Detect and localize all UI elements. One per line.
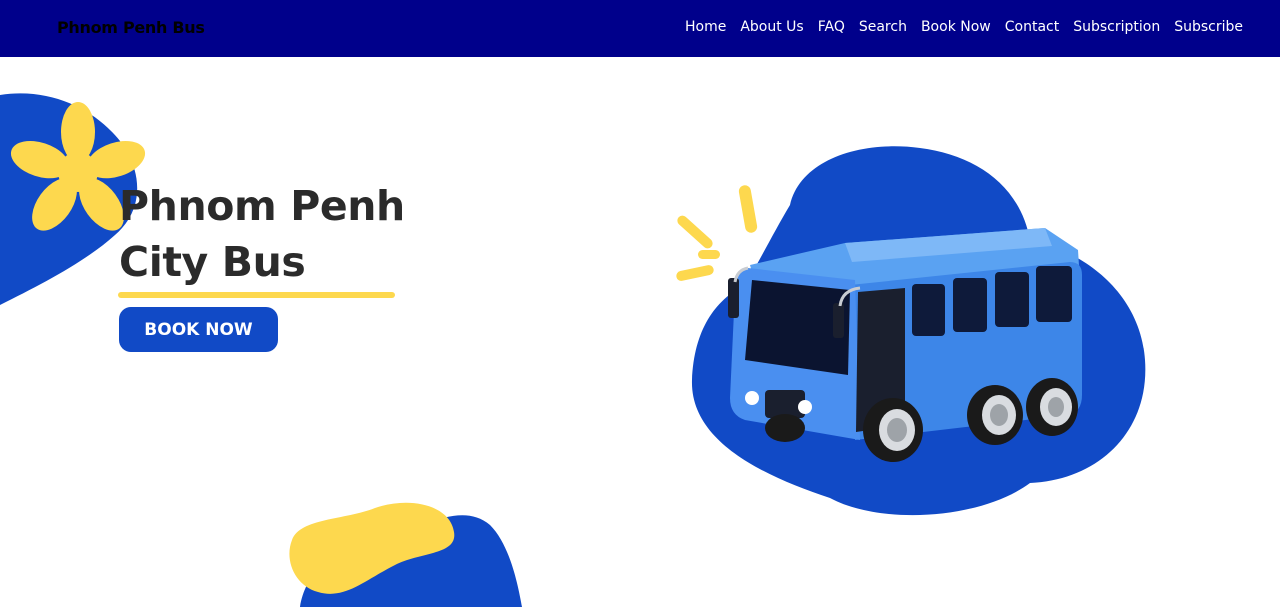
- decorative-blob-bottom: [289, 502, 522, 607]
- page: Phnom Penh Bus Home About Us FAQ Search …: [0, 0, 1280, 607]
- bus-illustration: [676, 146, 1146, 516]
- hero-title-line-1: Phnom Penh: [119, 182, 405, 230]
- nav-link-search[interactable]: Search: [859, 19, 907, 35]
- nav-link-subscribe[interactable]: Subscribe: [1174, 19, 1243, 35]
- nav-menu: Home About Us FAQ Search Book Now Contac…: [685, 19, 1243, 35]
- nav-link-subscription[interactable]: Subscription: [1073, 19, 1160, 35]
- nav-link-home[interactable]: Home: [685, 19, 726, 35]
- nav-link-book-now[interactable]: Book Now: [921, 19, 991, 35]
- brand-logo-link[interactable]: Phnom Penh Bus: [57, 18, 205, 37]
- navbar: Phnom Penh Bus Home About Us FAQ Search …: [0, 0, 1280, 57]
- nav-link-faq[interactable]: FAQ: [818, 19, 845, 35]
- title-underline: [118, 292, 395, 298]
- hero-title: Phnom Penh City Bus: [119, 178, 405, 290]
- nav-link-about-us[interactable]: About Us: [740, 19, 803, 35]
- hero-title-line-2: City Bus: [119, 238, 306, 286]
- nav-link-contact[interactable]: Contact: [1005, 19, 1059, 35]
- book-now-button[interactable]: BOOK NOW: [119, 307, 278, 352]
